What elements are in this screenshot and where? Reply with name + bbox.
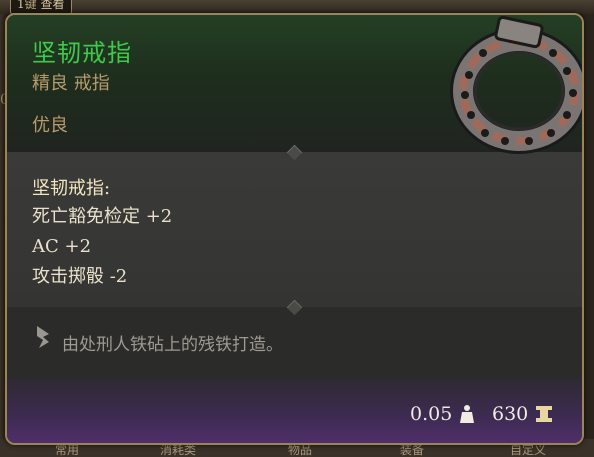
bonus-title: 坚韧戒指: <box>32 178 111 199</box>
quill-icon <box>37 326 49 348</box>
item-rarity: 优良 <box>32 115 68 136</box>
item-tooltip: 坚韧戒指 精良 戒指 优良 坚韧戒指: 死亡豁免检定 +2 AC +2 攻击掷骰… <box>5 13 584 445</box>
tab-consumables[interactable]: 消耗类 <box>160 443 196 457</box>
tab-common[interactable]: 常用 <box>55 443 79 457</box>
item-name: 坚韧戒指 <box>32 39 132 67</box>
tab-items[interactable]: 物品 <box>288 443 312 457</box>
bonus-ac: AC +2 <box>32 236 92 257</box>
item-subtype: 精良 戒指 <box>32 73 110 94</box>
bonus-attack-roll: 攻击掷骰 -2 <box>32 266 128 287</box>
tab-equipment[interactable]: 装备 <box>400 443 424 457</box>
bonus-list: 死亡豁免检定 +2 AC +2 攻击掷骰 -2 <box>32 202 172 292</box>
hotkey-number: 1 <box>17 0 25 11</box>
hotkey-label: 键 <box>24 0 37 11</box>
ring-icon <box>450 15 582 154</box>
item-price: 630 <box>492 403 529 425</box>
gold-icon <box>536 406 552 422</box>
background-top-bar <box>0 0 594 14</box>
bonus-death-save: 死亡豁免检定 +2 <box>32 206 173 227</box>
item-description: 由处刑人铁砧上的残铁打造。 <box>62 335 283 355</box>
inspect-label: 查看 <box>40 0 65 11</box>
weight-icon <box>460 405 474 423</box>
item-weight: 0.05 <box>410 403 453 425</box>
hotkey-badge: 1键 查看 <box>10 0 72 14</box>
tab-custom[interactable]: 自定义 <box>510 443 546 457</box>
